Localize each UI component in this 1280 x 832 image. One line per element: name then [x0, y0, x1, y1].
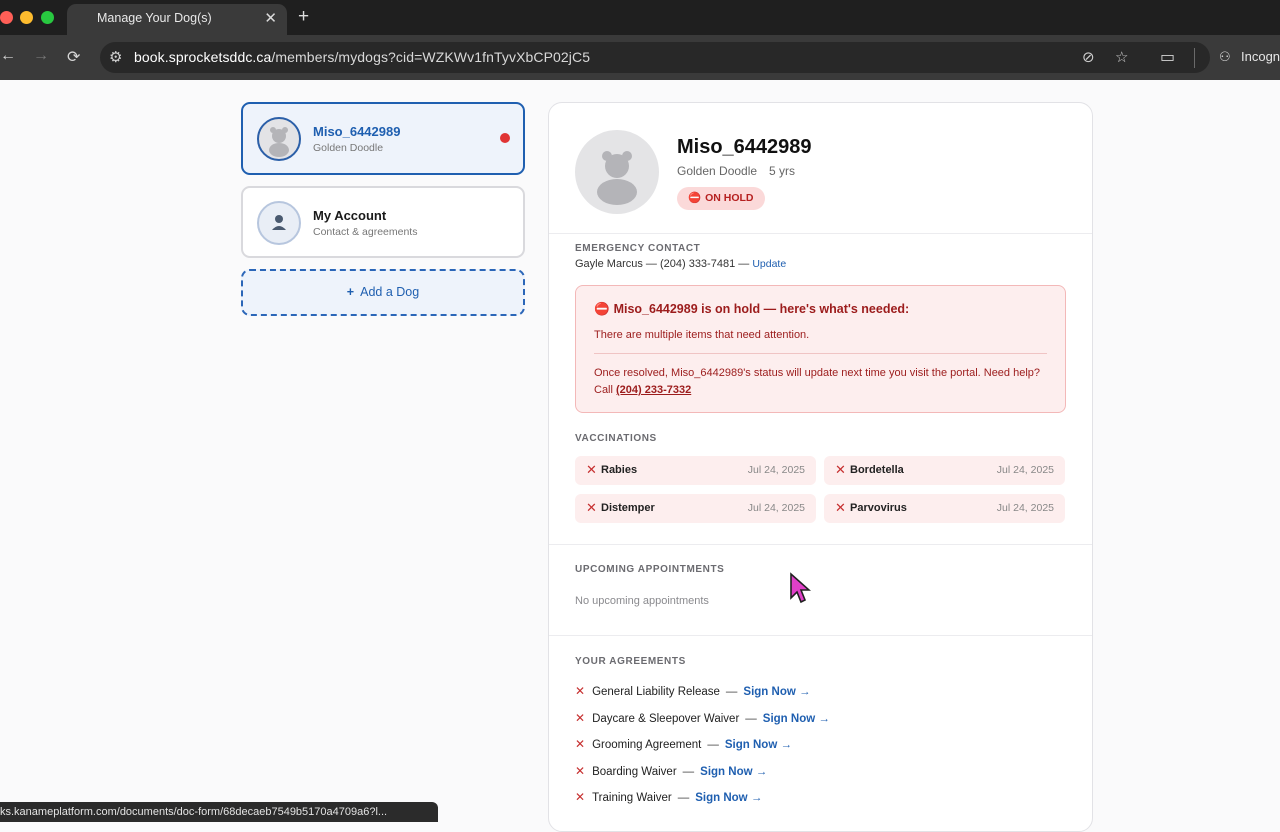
x-icon: ✕ — [575, 764, 586, 778]
account-card-subtitle: Contact & agreements — [313, 226, 418, 238]
sign-now-link[interactable]: Sign Now → — [700, 766, 767, 778]
pet-breed: Golden Doodle — [677, 164, 758, 178]
url-text[interactable]: book.sprocketsddc.ca/members/mydogs?cid=… — [134, 49, 590, 65]
add-dog-label: Add a Dog — [360, 285, 420, 299]
divider — [549, 233, 1092, 234]
dog-silhouette-icon — [269, 127, 289, 157]
back-icon[interactable]: ← — [0, 47, 16, 65]
agreement-item: ✕ Grooming Agreement — Sign Now → — [575, 737, 792, 751]
browser-tab-strip: Manage Your Dog(s) ✕ + — [0, 0, 1280, 35]
x-icon: ✕ — [575, 684, 586, 698]
alert-footer: Once resolved, Miso_6442989's status wil… — [594, 367, 1041, 396]
sign-now-link[interactable]: Sign Now → — [695, 792, 762, 804]
agreements-heading: YOUR AGREEMENTS — [575, 656, 686, 667]
divider — [549, 544, 1092, 545]
agreement-item: ✕ Training Waiver — Sign Now → — [575, 790, 763, 804]
x-icon: ✕ — [575, 711, 586, 725]
alert-dot — [500, 133, 510, 143]
site-info-icon[interactable]: ⚙ — [109, 48, 122, 66]
x-icon: ✕ — [575, 737, 586, 751]
vaccination-item: ✕ Bordetella Jul 24, 2025 — [824, 456, 1065, 485]
incognito-icon: ⚇ — [1219, 49, 1231, 64]
my-account-card[interactable]: My Account Contact & agreements — [241, 186, 525, 258]
plus-icon: + — [346, 285, 355, 299]
dog-card-miso[interactable]: Miso_6442989 Golden Doodle — [241, 102, 525, 175]
zoom-window-button[interactable] — [41, 11, 54, 24]
emergency-contact-line: Gayle Marcus — (204) 333-7481 — Update — [575, 258, 786, 270]
dog-profile-panel: Miso_6442989 Golden Doodle 5 yrs ⛔ ON HOL… — [548, 102, 1093, 832]
x-icon: ✕ — [835, 500, 846, 515]
agreement-item: ✕ General Liability Release — Sign Now → — [575, 684, 811, 698]
sign-now-link[interactable]: Sign Now → — [743, 686, 810, 698]
browser-tab[interactable]: Manage Your Dog(s) ✕ — [67, 4, 287, 35]
no-entry-icon: ⛔ — [594, 302, 610, 316]
forward-icon[interactable]: → — [33, 47, 49, 65]
emergency-contact-text: Gayle Marcus — (204) 333-7481 — — [575, 258, 750, 270]
sign-now-link[interactable]: Sign Now → — [725, 739, 792, 751]
no-appointments-text: No upcoming appointments — [575, 595, 709, 607]
new-tab-icon[interactable]: + — [298, 6, 309, 28]
x-icon: ✕ — [586, 462, 597, 477]
pet-name: Miso_6442989 — [677, 136, 812, 158]
help-phone-link[interactable]: (204) 233-7332 — [616, 384, 691, 396]
dog-card-name: Miso_6442989 — [313, 124, 401, 139]
dog-card-breed: Golden Doodle — [313, 142, 384, 154]
x-icon: ✕ — [575, 790, 586, 804]
emergency-contact-heading: EMERGENCY CONTACT — [575, 243, 701, 254]
agreement-item: ✕ Boarding Waiver — Sign Now → — [575, 764, 768, 778]
alert-body: There are multiple items that need atten… — [594, 329, 810, 341]
address-bar[interactable]: ⚙ book.sprocketsddc.ca/members/mydogs?ci… — [100, 42, 1210, 73]
appointments-heading: UPCOMING APPOINTMENTS — [575, 564, 725, 575]
vaccination-item: ✕ Parvovirus Jul 24, 2025 — [824, 494, 1065, 523]
agreement-item: ✕ Daycare & Sleepover Waiver — Sign Now → — [575, 711, 830, 725]
vaccination-item: ✕ Distemper Jul 24, 2025 — [575, 494, 816, 523]
mouse-cursor-icon — [790, 572, 811, 604]
search-tab-icon[interactable]: ▭ — [1160, 47, 1175, 67]
tab-title: Manage Your Dog(s) — [97, 11, 212, 25]
link-status-bar: ks.kanameplatform.com/documents/doc-form… — [0, 802, 438, 822]
dog-profile-avatar — [575, 130, 659, 214]
browser-toolbar: ← → ⟳ ⚙ book.sprocketsddc.ca/members/myd… — [0, 35, 1280, 80]
alert-title: Miso_6442989 is on hold — here's what's … — [613, 302, 910, 316]
vaccination-item: ✕ Rabies Jul 24, 2025 — [575, 456, 816, 485]
update-contact-link[interactable]: Update — [752, 258, 786, 270]
pet-age: 5 yrs — [769, 164, 796, 178]
account-card-title: My Account — [313, 208, 387, 223]
person-icon — [272, 215, 286, 230]
vaccinations-heading: VACCINATIONS — [575, 433, 657, 444]
alert-divider — [594, 353, 1047, 354]
on-hold-alert: ⛔ Miso_6442989 is on hold — here's what's… — [575, 285, 1066, 413]
minimize-window-button[interactable] — [20, 11, 33, 24]
tab-close-icon[interactable]: ✕ — [264, 9, 277, 27]
x-icon: ✕ — [835, 462, 846, 477]
divider — [549, 635, 1092, 636]
reload-icon[interactable]: ⟳ — [67, 47, 80, 67]
dog-avatar — [257, 117, 301, 161]
profile-label[interactable]: Incogn — [1241, 49, 1280, 64]
add-dog-button[interactable]: + Add a Dog — [241, 269, 525, 316]
eye-off-icon[interactable]: ⊘ — [1082, 48, 1095, 66]
toolbar-divider — [1194, 48, 1195, 68]
close-window-button[interactable] — [0, 11, 13, 24]
account-avatar — [257, 201, 301, 245]
no-entry-icon: ⛔ — [688, 192, 702, 204]
sign-now-link[interactable]: Sign Now → — [763, 713, 830, 725]
status-badge: ⛔ ON HOLD — [677, 187, 765, 210]
dog-silhouette-icon — [597, 151, 637, 205]
bookmark-star-icon[interactable]: ☆ — [1115, 48, 1128, 66]
x-icon: ✕ — [586, 500, 597, 515]
